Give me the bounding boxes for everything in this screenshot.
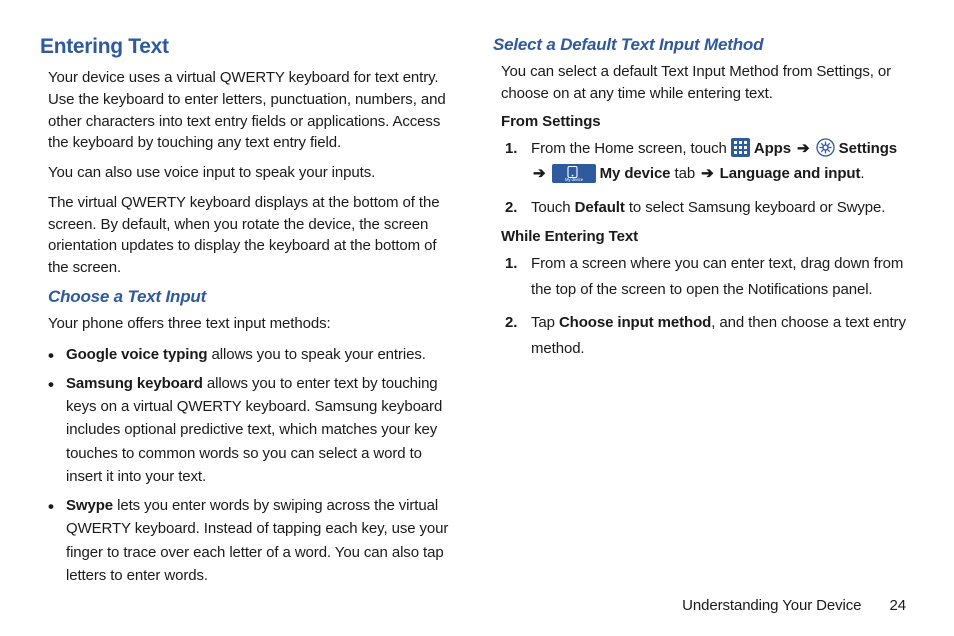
my-device-label: My device [600,165,671,182]
paragraph: Your device uses a virtual QWERTY keyboa… [48,67,461,154]
paragraph: The virtual QWERTY keyboard displays at … [48,192,461,279]
settings-label: Settings [839,140,897,157]
subsubheading: While Entering Text [501,228,914,245]
svg-text:My device: My device [565,177,584,182]
list-item: Google voice typing allows you to speak … [48,343,461,366]
default-label: Default [575,199,625,216]
numbered-list: From the Home screen, touch Apps ➔ Setti… [501,136,914,221]
page-number: 24 [890,597,907,614]
list-item: Touch Default to select Samsung keyboard… [501,195,914,221]
footer-section: Understanding Your Device [682,597,861,614]
language-input-label: Language and input [720,165,861,182]
settings-gear-icon [816,138,835,157]
step-text: Touch [531,199,575,216]
arrow-icon: ➔ [533,165,545,182]
paragraph: Your phone offers three text input metho… [48,313,461,335]
arrow-icon: ➔ [797,140,809,157]
step-text: Tap [531,314,559,331]
paragraph: You can select a default Text Input Meth… [501,61,914,105]
left-column: Entering Text Your device uses a virtual… [40,35,461,593]
list-item: From the Home screen, touch Apps ➔ Setti… [501,136,914,187]
choose-input-label: Choose input method [559,314,711,331]
text: tab [670,165,699,182]
subheading: Choose a Text Input [48,287,461,307]
paragraph: You can also use voice input to speak yo… [48,162,461,184]
list-item: Tap Choose input method, and then choose… [501,310,914,361]
list-item: Swype lets you enter words by swiping ac… [48,494,461,587]
step-text: From a screen where you can enter text, … [531,255,903,298]
subheading: Select a Default Text Input Method [493,35,914,55]
apps-label: Apps [754,140,795,157]
my-device-tab-icon: My device [552,164,596,183]
step-text: to select Samsung keyboard or Swype. [625,199,886,216]
term: Google voice typing [66,346,207,363]
section-heading: Entering Text [40,35,461,59]
numbered-list: From a screen where you can enter text, … [501,251,914,361]
step-text: From the Home screen, touch [531,140,731,157]
apps-grid-icon [731,138,750,157]
right-column: Select a Default Text Input Method You c… [493,35,914,593]
term: Samsung keyboard [66,375,203,392]
arrow-icon: ➔ [701,165,713,182]
list-item: Samsung keyboard allows you to enter tex… [48,372,461,488]
definition: lets you enter words by swiping across t… [66,497,448,584]
subsubheading: From Settings [501,113,914,130]
definition: allows you to speak your entries. [207,346,425,363]
list-item: From a screen where you can enter text, … [501,251,914,302]
term: Swype [66,497,113,514]
page-footer: Understanding Your Device 24 [682,597,906,614]
bullet-list: Google voice typing allows you to speak … [48,343,461,588]
